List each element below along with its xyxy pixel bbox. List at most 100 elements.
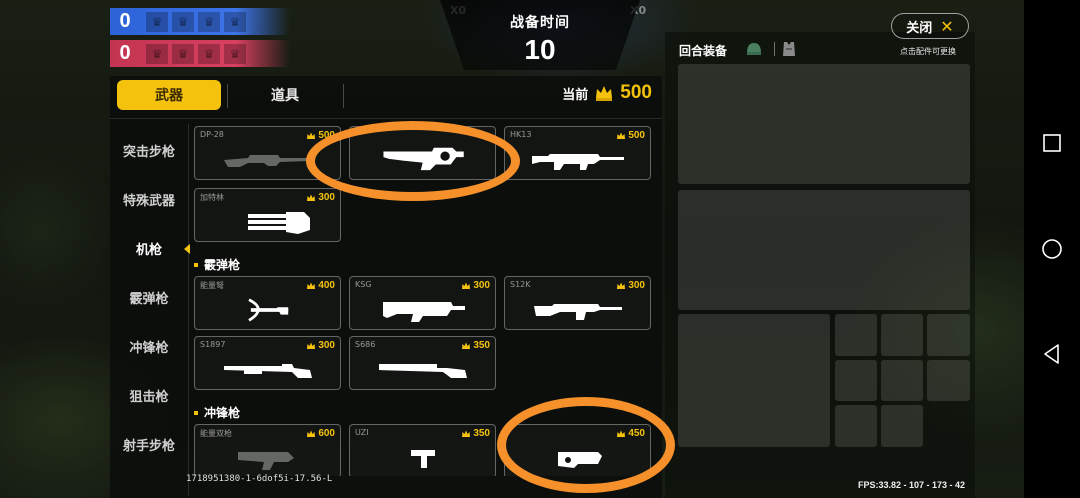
red-crown-slots: ♛ ♛ ♛ ♛ [146,43,246,64]
item-slot[interactable] [881,360,923,401]
blue-team-score-bar: 0 ♛ ♛ ♛ ♛ [110,8,290,35]
crown-icon: ♛ [172,43,194,64]
weapon-name: S1897 [200,340,226,349]
weapon-name: S686 [355,340,376,349]
weapon-card-dual-energy-gun[interactable]: 能量双枪 600 [194,424,341,476]
gatling-icon [195,207,340,237]
back-button[interactable] [1040,342,1064,366]
loadout-divider [774,42,775,56]
crossbow-icon [195,295,340,325]
weapon-price: 300 [616,280,645,291]
category-assault-rifle[interactable]: 突击步枪 [110,126,188,175]
weapon-category-list: 突击步枪 特殊武器 机枪 霰弹枪 冲锋枪 狙击枪 射手步枪 [110,126,190,469]
annotation-circle [306,121,520,201]
weapon-card-s12k[interactable]: S12K 300 [504,276,651,330]
crown-icon: ♛ [146,43,168,64]
circle-icon [1042,239,1062,259]
weapon-card-energy-crossbow[interactable]: 能量弩 400 [194,276,341,330]
tab-divider [227,84,228,108]
price-value: 500 [628,130,645,141]
category-marksman-rifle[interactable]: 射手步枪 [110,420,188,469]
dual-gun-icon [195,443,340,473]
shotgun-icon [350,295,495,325]
item-slot[interactable] [835,360,877,401]
item-slot[interactable] [835,405,877,447]
vest-icon[interactable] [780,40,798,58]
weapon-card-s1897[interactable]: S1897 300 [194,336,341,390]
category-label: 特殊武器 [122,194,175,209]
weapon-price: 350 [461,428,490,439]
close-icon: ✕ [940,16,954,36]
weapon-card-ksg[interactable]: KSG 300 [349,276,496,330]
section-title: 冲锋枪 [204,406,241,420]
timer-value: 10 [524,34,556,65]
category-sniper[interactable]: 狙击枪 [110,371,188,420]
home-button[interactable] [1040,237,1064,261]
price-value: 300 [628,280,645,291]
square-icon [1043,134,1061,152]
loadout-title: 回合装备 [679,44,728,58]
weapon-name: 能量双枪 [200,429,232,438]
secondary-weapon-slot[interactable] [678,190,970,310]
section-smg: 冲锋枪 [194,404,240,421]
weapon-card-gatling[interactable]: 加特林 300 [194,188,341,242]
timer-title: 战备时间 [510,15,570,31]
crown-icon: ♛ [224,11,246,32]
tab-weapons[interactable]: 武器 [117,80,221,110]
category-special-weapon[interactable]: 特殊武器 [110,175,188,224]
primary-weapon-slot[interactable] [678,64,970,184]
tabs-divider [110,118,662,119]
lmg-icon [505,145,650,175]
weapon-price: 600 [306,428,335,439]
section-shotgun: 霰弹枪 [194,256,240,273]
recent-apps-button[interactable] [1040,131,1064,155]
weapon-card-uzi[interactable]: UZI 350 [349,424,496,476]
item-slot[interactable] [881,314,923,356]
price-value: 400 [318,280,335,291]
section-title: 霰弹枪 [204,258,241,272]
melee-slot[interactable] [678,314,830,447]
category-smg[interactable]: 冲锋枪 [110,322,188,371]
weapon-price: 300 [306,340,335,351]
crown-coin-icon [617,282,626,289]
price-value: 300 [318,340,335,351]
weapon-name: UZI [355,428,369,437]
crown-coin-icon [307,430,316,437]
weapon-price: 350 [461,340,490,351]
weapon-card-s686[interactable]: S686 350 [349,336,496,390]
item-slot[interactable] [835,314,877,356]
category-label: 霰弹枪 [129,292,169,307]
price-value: 350 [473,340,490,351]
selected-arrow-icon [184,243,190,254]
helmet-icon[interactable] [745,40,763,58]
crown-icon: ♛ [172,11,194,32]
item-slot[interactable] [927,360,970,401]
weapon-card-hk13[interactable]: HK13 500 [504,126,651,180]
tab-divider [343,84,344,108]
item-slot[interactable] [881,405,923,447]
prep-timer: 战备时间 10 [440,0,640,70]
weapon-name: S12K [510,280,531,289]
crown-coin-icon [462,430,471,437]
category-machine-gun[interactable]: 机枪 [110,224,190,273]
build-id-label: 1718951380-1-6dof5i-17.56-L [186,474,333,484]
blue-crown-slots: ♛ ♛ ♛ ♛ [146,11,246,32]
crown-coin-icon [307,132,316,139]
crown-icon: ♛ [224,43,246,64]
price-value: 600 [318,428,335,439]
crown-coin-icon [596,86,613,101]
double-barrel-icon [350,355,495,385]
weapon-price: 300 [461,280,490,291]
shop-tabs: 武器 道具 当前 500 [110,76,662,116]
close-button[interactable]: 关闭 ✕ [891,13,969,39]
category-label: 狙击枪 [129,390,169,405]
tab-items[interactable]: 道具 [230,80,340,110]
blue-team-score: 0 [119,10,131,32]
price-value: 300 [318,192,335,203]
category-shotgun[interactable]: 霰弹枪 [110,273,188,322]
fps-readout: FPS:33.82 - 107 - 173 - 42 [858,480,966,490]
crown-coin-icon [462,282,471,289]
item-slot[interactable] [927,314,970,356]
crown-coin-icon [307,342,316,349]
weapon-name: 能量弩 [200,281,224,290]
